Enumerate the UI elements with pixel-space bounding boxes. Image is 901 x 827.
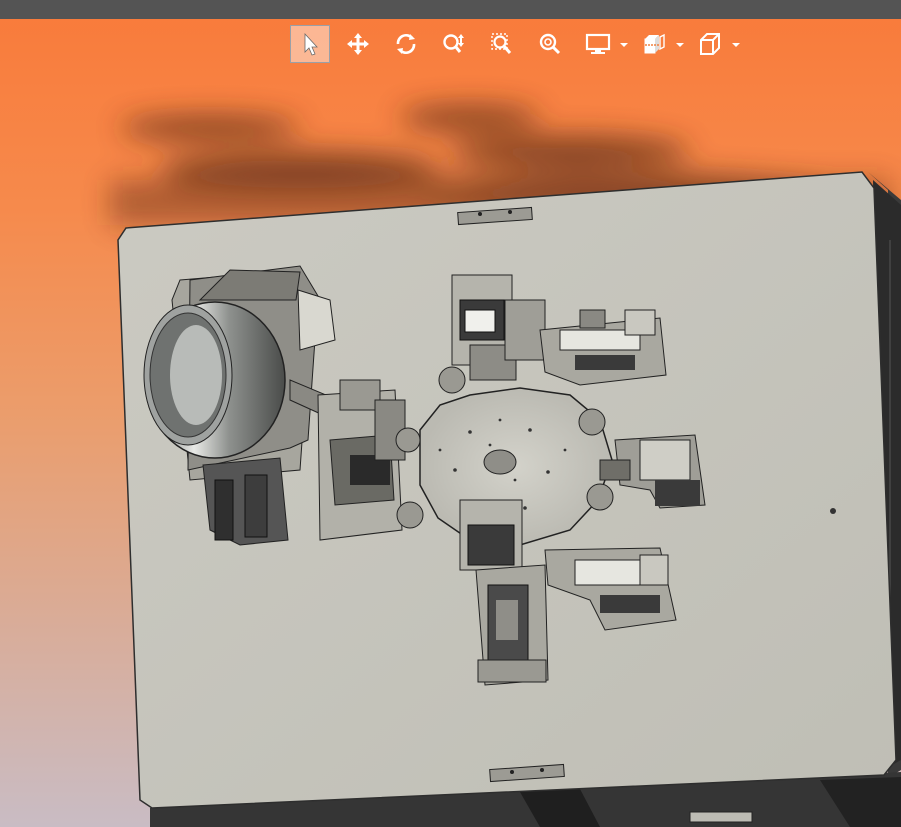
monitor-icon xyxy=(585,33,611,54)
rotate-tool-button[interactable] xyxy=(386,25,426,63)
section-view-button[interactable] xyxy=(634,25,674,63)
chute-assembly xyxy=(317,379,406,541)
zoom-updown-icon xyxy=(443,34,464,53)
zoom-fit-button[interactable] xyxy=(530,25,570,63)
chevron-down-icon[interactable] xyxy=(620,43,628,47)
view-toolbar xyxy=(290,23,746,65)
zoom-box-icon xyxy=(491,33,512,54)
chevron-down-icon[interactable] xyxy=(732,43,740,47)
view-orientation-button[interactable] xyxy=(690,25,730,63)
zoom-tool-button[interactable] xyxy=(434,25,474,63)
zoom-fit-icon xyxy=(539,33,561,55)
display-mode-dropdown[interactable] xyxy=(578,25,628,63)
plate-hole xyxy=(830,508,836,514)
rotate-icon xyxy=(396,33,416,55)
move-arrows-icon xyxy=(347,33,369,55)
cube-icon xyxy=(700,33,720,55)
section-box-icon xyxy=(644,33,665,54)
chevron-down-icon[interactable] xyxy=(676,43,684,47)
arrow-pointer-icon xyxy=(304,32,318,56)
view-orientation-dropdown[interactable] xyxy=(690,25,740,63)
pan-tool-button[interactable] xyxy=(338,25,378,63)
select-tool-button[interactable] xyxy=(290,25,330,63)
display-mode-button[interactable] xyxy=(578,25,618,63)
3d-viewport[interactable] xyxy=(0,0,901,827)
zoom-window-button[interactable] xyxy=(482,25,522,63)
section-view-dropdown[interactable] xyxy=(634,25,684,63)
